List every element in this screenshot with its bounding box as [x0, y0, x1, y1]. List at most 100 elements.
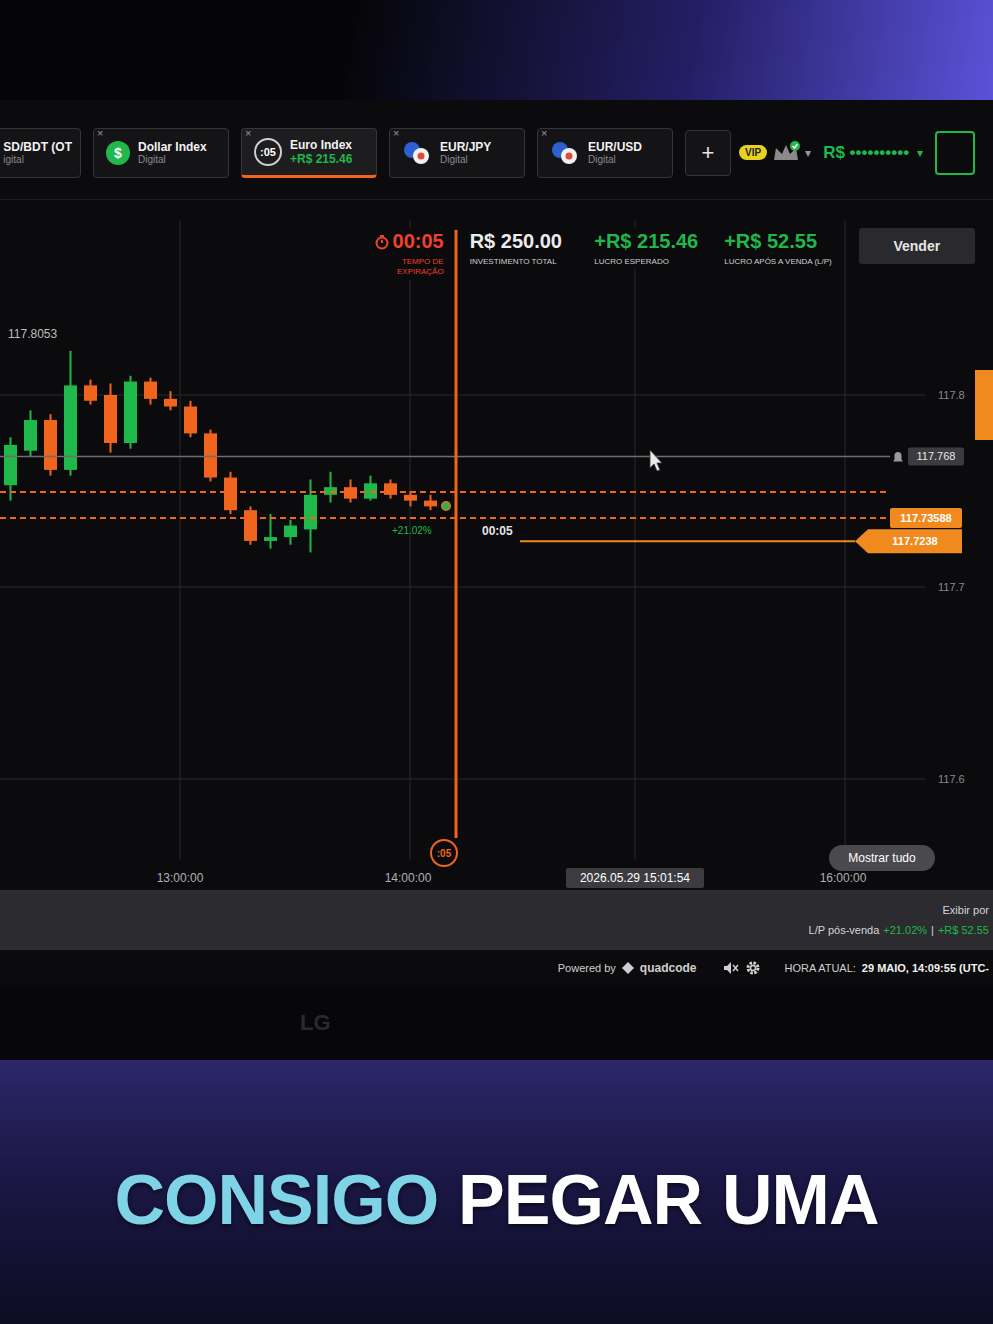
- stopwatch-icon: [374, 234, 390, 250]
- close-tab-icon[interactable]: ×: [393, 127, 399, 139]
- currency-flags-icon: [402, 140, 432, 166]
- current-price-line: [0, 517, 888, 519]
- asset-tab[interactable]: × EUR/USDDigital: [537, 128, 673, 178]
- monitor-top-bezel: [0, 0, 993, 100]
- tab-label: EUR/USD: [588, 140, 642, 154]
- asset-tab[interactable]: ×SD/BDT (OTigital: [0, 128, 81, 178]
- time-tick: 14:00:00: [385, 871, 432, 885]
- candle: [144, 378, 157, 405]
- add-asset-button[interactable]: +: [685, 130, 731, 176]
- candle: [84, 380, 97, 405]
- candle: [404, 491, 417, 506]
- chart-footer: Exibir por L/P pós-venda+21.02%|+R$ 52.55: [0, 890, 993, 950]
- caption-word: CONSIGO: [115, 1162, 439, 1239]
- tab-subtitle: Digital: [138, 154, 207, 165]
- tab-label: SD/BDT (OT: [3, 140, 72, 154]
- candle: [284, 520, 297, 545]
- tab-label: Euro Index: [290, 138, 368, 152]
- monitor-bottom-bezel: LG: [0, 985, 993, 1060]
- mouse-cursor-icon: [650, 450, 662, 471]
- grid-line: [180, 220, 181, 860]
- lp-after-sale: L/P pós-venda+21.02%|+R$ 52.55: [809, 924, 989, 936]
- current-time: 29 MAIO, 14:09:55 (UTC-: [862, 962, 989, 974]
- gear-icon[interactable]: [745, 960, 761, 976]
- candle: [164, 391, 177, 410]
- current-price-label: 117.73588: [890, 508, 962, 528]
- open-price-label: 117.7238: [855, 529, 962, 553]
- tab-label: Dollar Index: [138, 140, 207, 154]
- grid-line: [0, 779, 925, 780]
- candle: [384, 479, 397, 498]
- grid-line: [845, 220, 846, 860]
- timer-badge: :05: [254, 138, 282, 166]
- expiry-line: [455, 230, 458, 838]
- tab-subtitle: Digital: [588, 154, 642, 165]
- status-bar: Powered byquadcodeHORA ATUAL:29 MAIO, 14…: [0, 950, 993, 985]
- balance-caret[interactable]: ▾: [917, 146, 923, 160]
- caption-word: PEGAR: [458, 1162, 702, 1239]
- tab-text: Euro Index+R$ 215.46: [290, 138, 368, 166]
- dollar-icon: $: [106, 141, 130, 165]
- video-frame: ×SD/BDT (OTigital×$Dollar IndexDigital×:…: [0, 0, 993, 1324]
- expiry-timer: 00:05TEMPO DE EXPIRAÇÃO: [355, 228, 444, 280]
- show-all-button[interactable]: [829, 845, 935, 871]
- trading-screen: ×SD/BDT (OTigital×$Dollar IndexDigital×:…: [0, 100, 993, 985]
- speaker-muted-icon[interactable]: [723, 961, 739, 975]
- candle: [244, 506, 257, 544]
- tab-text: EUR/USDDigital: [588, 140, 642, 165]
- profit-after-sale: +R$ 52.55LUCRO APÓS A VENDA (L/P): [724, 228, 832, 269]
- deposit-button[interactable]: [935, 131, 975, 175]
- expected-profit: +R$ 215.46LUCRO ESPERADO: [594, 228, 698, 269]
- asset-tab[interactable]: ×$ Dollar IndexDigital: [93, 128, 229, 178]
- time-tick: 13:00:00: [157, 871, 204, 885]
- bell-icon: [893, 452, 903, 461]
- desk-background: CONSIGOPEGARUMA: [0, 1060, 993, 1324]
- candle: [424, 495, 437, 510]
- close-tab-icon[interactable]: ×: [541, 127, 547, 139]
- candle: [304, 479, 317, 552]
- svg-text:117.768: 117.768: [917, 450, 956, 462]
- show-all-label[interactable]: Mostrar tudo: [848, 851, 916, 865]
- entry-line: [0, 491, 890, 493]
- candle: [324, 472, 337, 503]
- crown-avatar-icon[interactable]: [771, 140, 801, 166]
- profile-caret[interactable]: ▾: [805, 146, 811, 160]
- price-chart[interactable]: 117.8053117.8117.768117.73588117.7238117…: [0, 200, 993, 890]
- quadcode-logo-icon: [622, 962, 634, 974]
- powered-by: Powered by: [558, 962, 616, 974]
- account-balance[interactable]: R$ ••••••••••: [823, 143, 909, 163]
- close-tab-icon[interactable]: ×: [245, 127, 251, 139]
- tab-subtitle: Digital: [440, 154, 491, 165]
- trade-header: 00:05TEMPO DE EXPIRAÇÃO R$ 250.00INVESTIM…: [355, 228, 975, 280]
- candle: [24, 410, 37, 456]
- price-alert-line[interactable]: 117.768: [0, 447, 964, 465]
- candle: [124, 376, 137, 449]
- candle: [264, 514, 277, 549]
- grid-line: [0, 587, 925, 588]
- tab-text: SD/BDT (OTigital: [3, 140, 72, 165]
- side-panel-handle[interactable]: [975, 370, 993, 440]
- candle: [204, 430, 217, 482]
- svg-text:117.73588: 117.73588: [900, 512, 951, 524]
- currency-flags-icon: [550, 140, 580, 166]
- candle: [364, 476, 377, 501]
- grid-line: [635, 220, 636, 860]
- view-by-label[interactable]: Exibir por: [943, 904, 989, 916]
- time-tick: 16:00:00: [820, 871, 867, 885]
- total-investment: R$ 250.00INVESTIMENTO TOTAL: [470, 228, 569, 269]
- cursor-time-box: [566, 868, 704, 888]
- candlestick-chart[interactable]: 117.8053117.8117.768117.73588117.7238117…: [0, 200, 993, 890]
- close-tab-icon[interactable]: ×: [97, 127, 103, 139]
- price-tick: 117.7: [938, 581, 965, 593]
- trade-percent: +21.02%: [392, 525, 432, 536]
- video-caption: CONSIGOPEGARUMA: [115, 1158, 879, 1242]
- asset-tab[interactable]: ×:05 Euro Index+R$ 215.46: [241, 128, 377, 178]
- monitor-logo: LG: [300, 1010, 331, 1036]
- tab-text: Dollar IndexDigital: [138, 140, 207, 165]
- asset-tab[interactable]: × EUR/JPYDigital: [389, 128, 525, 178]
- tab-subtitle: igital: [3, 154, 72, 165]
- tab-label: EUR/JPY: [440, 140, 491, 154]
- sell-button[interactable]: Vender: [859, 228, 975, 264]
- tab-text: EUR/JPYDigital: [440, 140, 491, 165]
- cursor-time: 2026.05.29 15:01:54: [580, 871, 690, 885]
